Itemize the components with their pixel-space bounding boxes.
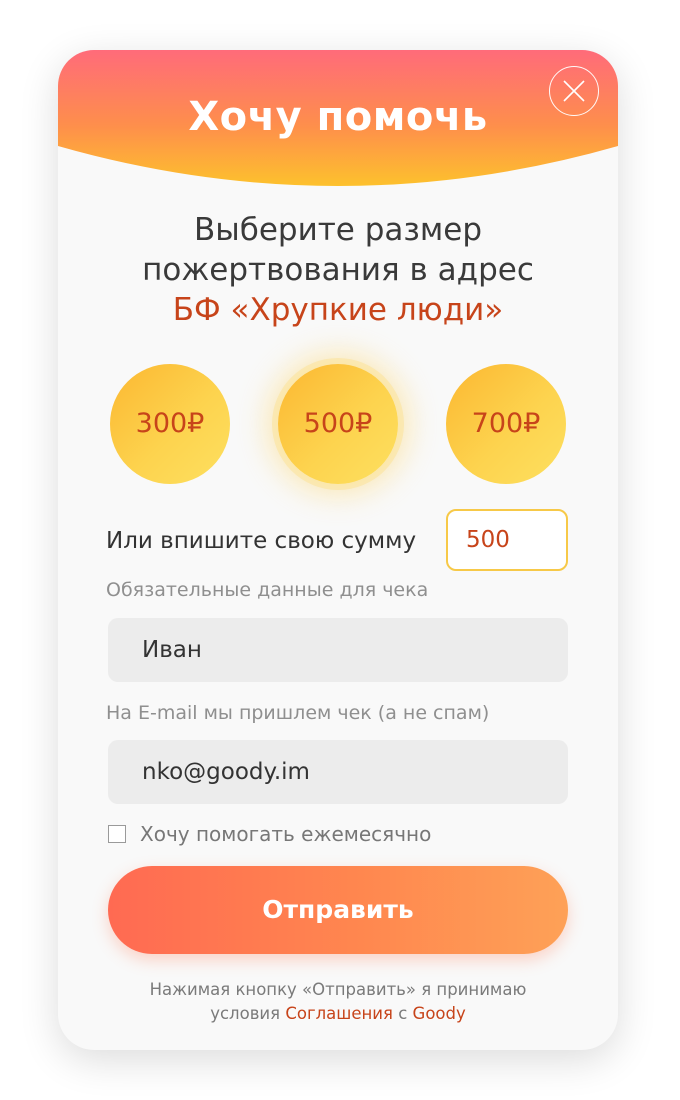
close-icon: [563, 80, 585, 102]
modal-title: Хочу помочь: [188, 94, 488, 140]
amount-option-500[interactable]: 500₽: [278, 364, 398, 484]
legal-notice: Нажимая кнопку «Отправить» я принимаю ус…: [58, 978, 618, 1026]
donation-prompt: Выберите размер пожертвования в адрес БФ…: [58, 210, 618, 330]
name-field[interactable]: Иван: [108, 618, 568, 682]
monthly-checkbox[interactable]: [108, 825, 126, 843]
receipt-data-hint: Обязательные данные для чека: [106, 579, 429, 601]
custom-amount-label: Или впишите свою сумму: [106, 528, 417, 554]
organization-name: БФ «Хрупкие люди»: [172, 292, 504, 328]
legal-line-1: Нажимая кнопку «Отправить» я принимаю: [149, 980, 527, 999]
goody-link[interactable]: Goody: [413, 1004, 466, 1023]
email-hint: На E-mail мы пришлем чек (а не спам): [106, 702, 490, 724]
legal-line-2: условия Соглашения с Goody: [58, 1002, 618, 1026]
monthly-label[interactable]: Хочу помогать ежемесячно: [140, 822, 431, 846]
agreement-link[interactable]: Соглашения: [285, 1004, 393, 1023]
email-field[interactable]: nko@goody.im: [108, 740, 568, 804]
custom-amount-input[interactable]: 500: [446, 509, 568, 571]
donation-modal: Хочу помочь Выберите размер пожертвовани…: [58, 50, 618, 1050]
legal-middle: с: [398, 1004, 408, 1023]
amount-options: 300₽ 500₽ 700₽: [58, 364, 618, 486]
submit-button[interactable]: Отправить: [108, 866, 568, 954]
close-button[interactable]: [549, 66, 599, 116]
prompt-line-1: Выберите размер: [193, 212, 483, 248]
amount-option-300[interactable]: 300₽: [110, 364, 230, 484]
modal-header: Хочу помочь: [58, 50, 618, 190]
prompt-line-2: пожертвования в адрес: [142, 252, 534, 288]
legal-prefix: условия: [210, 1004, 281, 1023]
amount-option-700[interactable]: 700₽: [446, 364, 566, 484]
